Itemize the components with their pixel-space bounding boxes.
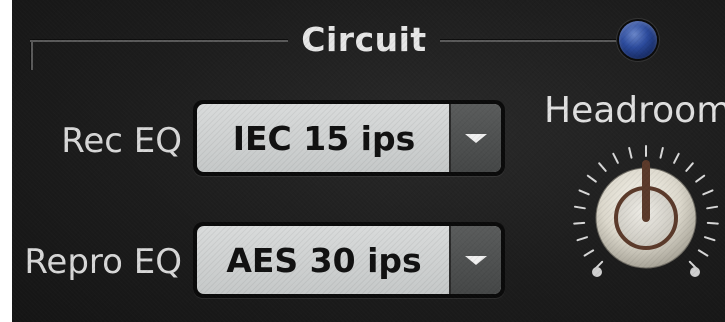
knob-tick: [685, 162, 694, 172]
rec-eq-value: IEC 15 ips: [232, 118, 416, 158]
knob-tick: [704, 236, 716, 242]
headroom-label: Headroom: [544, 90, 725, 131]
repro-eq-dropdown[interactable]: AES 30 ips: [193, 222, 505, 298]
knob-max-dot: [690, 267, 700, 277]
knob-tick: [706, 205, 719, 210]
headroom-knob-graphic[interactable]: [557, 128, 725, 288]
knob-min-dot: [592, 267, 602, 277]
knob-tick: [659, 147, 664, 159]
groove-divider: [30, 39, 288, 42]
repro-eq-face[interactable]: AES 30 ips: [197, 226, 501, 294]
rec-eq-dropdown-button[interactable]: [449, 104, 501, 172]
knob-tick: [706, 221, 719, 225]
knob-tick: [695, 174, 706, 183]
knob-tick: [583, 249, 595, 257]
knob-tick: [697, 249, 709, 257]
chevron-down-icon: [465, 255, 487, 265]
section-title: Circuit: [301, 20, 427, 59]
repro-eq-value: AES 30 ips: [226, 240, 422, 280]
knob-tick: [673, 152, 680, 164]
knob-tick: [598, 162, 607, 172]
knob-tick: [576, 236, 588, 242]
chevron-down-icon: [465, 133, 487, 143]
knob-tick: [628, 147, 633, 159]
knob-tick: [573, 221, 586, 225]
rec-eq-dropdown[interactable]: IEC 15 ips: [193, 100, 505, 176]
knob-tick: [702, 189, 714, 196]
knob-tick: [573, 205, 586, 210]
repro-eq-label: Repro EQ: [24, 242, 182, 282]
groove-divider: [30, 40, 33, 70]
rec-eq-face[interactable]: IEC 15 ips: [197, 104, 501, 172]
knob-tick: [586, 174, 597, 183]
headroom-knob[interactable]: [557, 128, 725, 288]
rec-eq-label: Rec EQ: [61, 121, 182, 161]
circuit-enable-led[interactable]: [619, 21, 657, 59]
groove-divider: [440, 39, 630, 42]
knob-tick: [578, 189, 590, 196]
circuit-panel: Circuit Rec EQ IEC 15 ips Repro EQ AES 3…: [12, 0, 725, 322]
knob-tick: [612, 152, 619, 164]
repro-eq-dropdown-button[interactable]: [449, 226, 501, 294]
